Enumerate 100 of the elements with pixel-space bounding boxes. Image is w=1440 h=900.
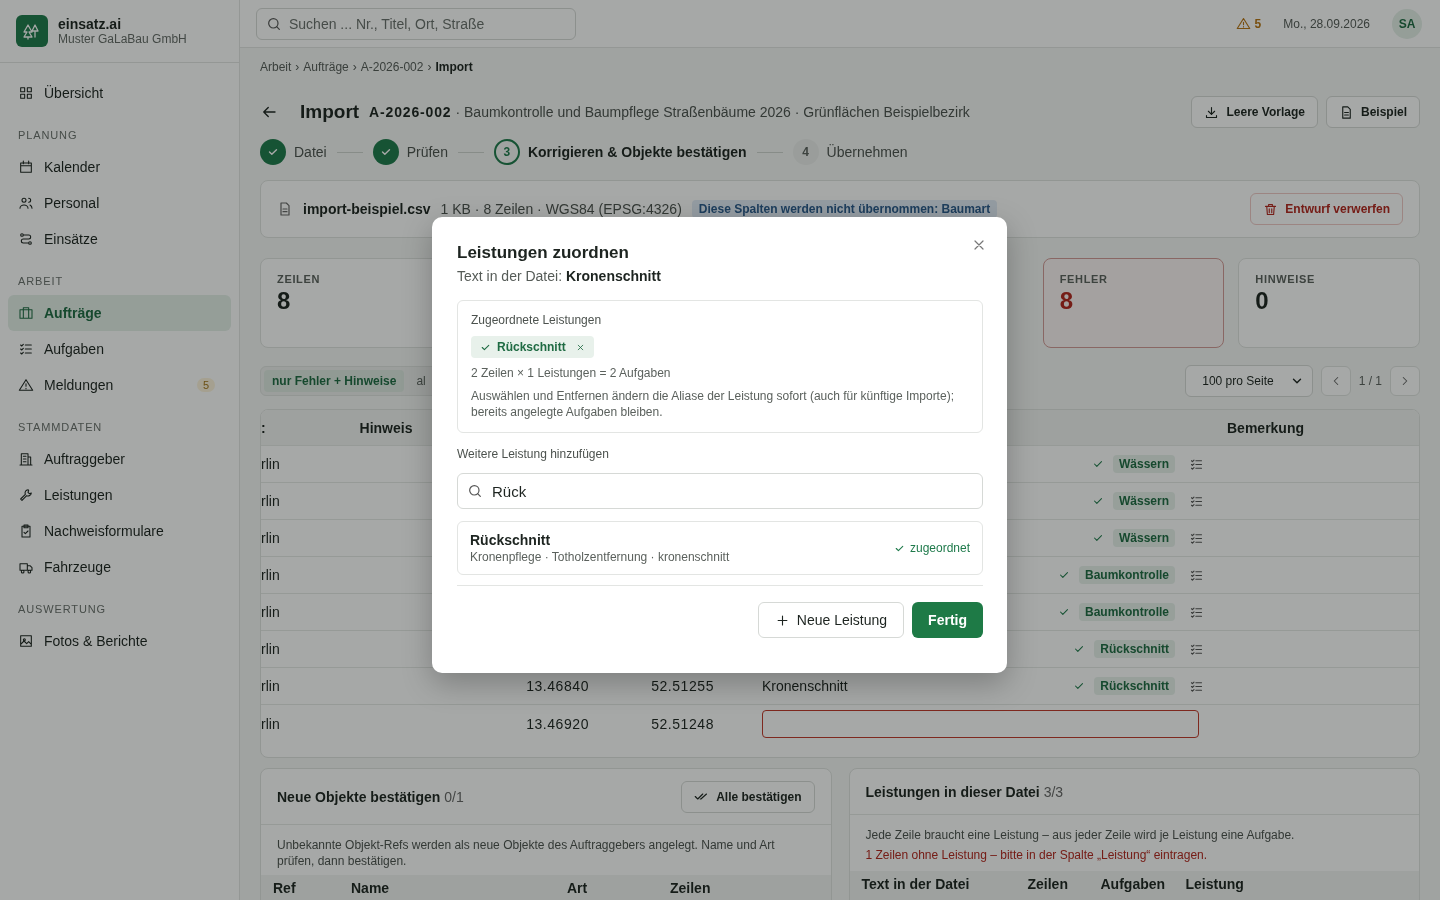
file-name: import-beispiel.csv	[303, 201, 431, 217]
header-button[interactable]: Beispiel	[1325, 96, 1420, 128]
sidebar-item[interactable]: Einsätze	[8, 221, 231, 257]
column-header: :	[261, 419, 267, 436]
table-cell-text: Kronenschnitt	[762, 678, 849, 694]
sidebar-item[interactable]: Auftraggeber	[8, 441, 231, 477]
service-search-field[interactable]: Rück	[457, 473, 983, 509]
breadcrumb-link[interactable]: Arbeit	[260, 60, 292, 80]
stat-value: 8	[1059, 287, 1073, 315]
table-cell-text: 52.51248	[650, 715, 714, 732]
sidebar-item[interactable]: Aufträge	[8, 295, 231, 331]
warning-icon	[18, 377, 34, 393]
card-description: Jede Zeile braucht eine Leistung – aus jeder Zeile wird je Leistung eine Aufgabe.	[865, 827, 1296, 844]
service-input-field[interactable]	[762, 709, 1199, 738]
table-cell-text: rlin	[261, 567, 281, 583]
table-cell-text: rlin	[261, 604, 281, 620]
filter-tab[interactable]: al	[408, 370, 434, 392]
card-title: Neue Objekte bestätigen 0/1	[277, 788, 464, 805]
header-button[interactable]: Leere Vorlage	[1191, 96, 1318, 128]
count-badge: 5	[196, 378, 215, 392]
service-tag[interactable]: Rückschnitt	[1094, 640, 1175, 658]
card-title: Leistungen in dieser Datei 3/3	[865, 783, 1064, 800]
service-tag[interactable]: Baumkontrolle	[1079, 603, 1175, 621]
sidebar-item[interactable]: Kalender	[8, 149, 231, 185]
column-header: Zeilen	[670, 880, 712, 896]
table-cell-text: 13.46840	[525, 678, 589, 694]
breadcrumb-separator: ›	[352, 60, 357, 76]
step-indicator: 3	[493, 139, 520, 165]
checklist-icon	[18, 341, 34, 357]
file-icon	[277, 201, 293, 217]
sidebar-item[interactable]: Fahrzeuge	[8, 549, 231, 585]
sidebar-item[interactable]: Personal	[8, 185, 231, 221]
assigned-service-chip[interactable]: Rückschnitt	[471, 336, 594, 358]
service-result-item[interactable]: Rückschnitt Kronenpflege · Totholzentfernung · kronenschnitt zugeordnet	[457, 521, 983, 575]
user-avatar[interactable]: SA	[1392, 8, 1422, 39]
section-heading: ARBEIT	[17, 274, 64, 289]
breadcrumb-link[interactable]: Aufträge	[303, 60, 349, 80]
wrench-icon	[18, 487, 34, 503]
sidebar-item[interactable]: Nachweisformulare	[8, 513, 231, 549]
sidebar-item[interactable]: Leistungen	[8, 477, 231, 513]
service-tag[interactable]: Rückschnitt	[1094, 677, 1175, 695]
sidebar-item[interactable]: Fotos & Berichte	[8, 623, 231, 659]
confirm-all-button[interactable]: Alle bestätigen	[681, 780, 815, 813]
file-meta: 1 KB · 8 Zeilen · WGS84 (EPSG:4326)	[440, 201, 682, 217]
service-tag[interactable]: Wässern	[1112, 492, 1175, 510]
dialog-title: Leistungen zuordnen	[457, 243, 630, 263]
logo-icon	[16, 15, 48, 47]
service-aliases: Kronenpflege · Totholzentfernung · kronenschnitt	[470, 550, 730, 564]
service-tag[interactable]: Wässern	[1112, 529, 1175, 547]
sidebar-item[interactable]: Übersicht	[8, 75, 231, 111]
search-field[interactable]: Suchen ... Nr., Titel, Ort, Straße	[256, 7, 576, 40]
new-service-button[interactable]: Neue Leistung	[757, 602, 905, 638]
warning-icon	[1235, 16, 1251, 31]
step-label: Übernehmen	[826, 144, 908, 160]
notice-badge: Diese Spalten werden nicht übernommen: Baumart	[691, 200, 998, 218]
table-cell-text: rlin	[261, 530, 281, 546]
column-header: Name	[351, 880, 391, 896]
column-header: Aufgaben	[1100, 876, 1167, 892]
column-header: Art	[567, 880, 589, 896]
column-header: Zeilen	[1027, 876, 1069, 892]
date-text: Mo., 28.09.2026	[1283, 16, 1370, 31]
stat-value: 0	[1255, 287, 1269, 315]
section-heading: STAMMDATEN	[17, 420, 104, 435]
discard-button[interactable]: Entwurf verwerfen	[1250, 193, 1403, 225]
stat-value: 8	[277, 287, 291, 315]
filter-tab[interactable]: nur Fehler + Hinweise	[264, 370, 405, 392]
table-cell-text: rlin	[261, 456, 281, 472]
sidebar-item[interactable]: Aufgaben	[8, 331, 231, 367]
page-size-select[interactable]: 100 pro Seite	[1185, 365, 1313, 397]
breadcrumb-link[interactable]: Import	[435, 60, 473, 80]
card-description: Unbekannte Objekt-Refs werden als neue Objekte des Auftraggebers angelegt. Name und Art prüfen, dann bestätigen.	[276, 837, 776, 870]
sidebar-item[interactable]: Meldungen 5	[8, 367, 231, 403]
breadcrumb-link[interactable]: A-2026-002	[360, 60, 424, 80]
step-indicator: 4	[792, 139, 819, 165]
order-subtitle: · Baumkontrolle und Baumpflege Straßenbäume 2026 · Grünflächen Beispielbezirk	[455, 104, 970, 120]
column-header: Text in der Datei	[861, 876, 971, 892]
section-heading: PLANUNG	[17, 128, 79, 143]
stat-label: HINWEISE	[1255, 273, 1315, 285]
service-tag[interactable]: Wässern	[1112, 455, 1175, 473]
assigned-status: zugeordnet	[892, 541, 970, 555]
plus-icon	[774, 612, 790, 628]
service-tag[interactable]: Baumkontrolle	[1079, 566, 1175, 584]
stat-label: FEHLER	[1059, 273, 1108, 285]
dialog-subtitle: Text in der Datei: Kronenschnitt	[457, 268, 662, 284]
table-cell-text: 52.51255	[650, 678, 714, 694]
route-icon	[18, 231, 34, 247]
search-icon	[467, 483, 483, 499]
section-heading: AUSWERTUNG	[17, 602, 108, 617]
done-button[interactable]: Fertig	[912, 602, 983, 638]
table-cell-text: rlin	[261, 715, 281, 732]
table-cell-text: 13.46920	[525, 715, 589, 732]
column-header: Bemerkung	[1226, 419, 1306, 436]
organization-name: Muster GaLaBau GmbH	[58, 32, 187, 46]
alias-note: Auswählen und Entfernen ändern die Aliase der Leistung sofort (auch für künftige Importe); bereits angelegte Aufgaben bleiben.	[471, 388, 955, 420]
step-label: Datei	[294, 144, 327, 160]
page-indicator: 1 / 1	[1357, 374, 1383, 388]
column-header: Hinweis	[358, 419, 414, 436]
stat-label: ZEILEN	[277, 273, 321, 285]
building-icon	[18, 451, 34, 467]
warning-text: 1 Zeilen ohne Leistung – bitte in der Spalte „Leistung“ eintragen.	[865, 847, 1209, 864]
